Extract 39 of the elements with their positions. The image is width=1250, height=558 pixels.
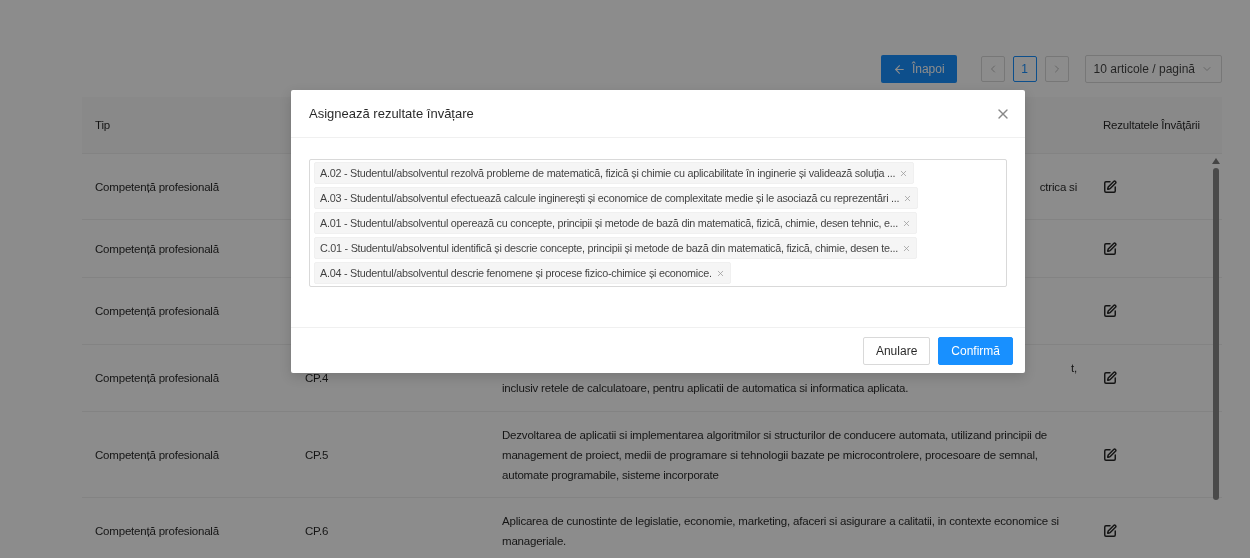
dialog-title: Asignează rezultate învățare xyxy=(309,106,474,121)
arrow-left-icon xyxy=(892,62,906,76)
selected-tag: A.04 - Studentul/absolventul descrie fenomene și procese fizico-chimice și economice. xyxy=(314,262,731,284)
scroll-up-arrow-icon[interactable] xyxy=(1212,158,1220,164)
selected-tag: A.03 - Studentul/absolventul efectuează calcule inginerești și economice de complexitate medie și le asociază cu reprezentări ... xyxy=(314,187,919,209)
edit-icon[interactable] xyxy=(1103,241,1117,256)
table-cell-text: Aplicarea de cunostinte de legislatie, economie, marketing, afaceri si asigurare a calitatii, in contexte economice si manageriale. xyxy=(502,514,1060,549)
table-cell-text: ctrica si xyxy=(1038,179,1077,195)
back-button[interactable]: Înapoi xyxy=(880,55,957,83)
close-icon[interactable] xyxy=(901,243,911,253)
selected-tag: C.01 - Studentul/absolventul identifică și descrie concepte, principii și metode de bază din matematică, fizică, chimie, desen te... xyxy=(314,237,917,259)
table-cell-text: t, xyxy=(1070,361,1077,376)
table-cell-text: Dezvoltarea de aplicatii si implementarea algoritmilor si structurilor de conducere automata, utilizand principii de management de proiect, medii de programare si tehnologii bazate pe microcontrolere, procesoare de semnal, automate programabile, sisteme incorporate xyxy=(502,427,1049,483)
confirm-button[interactable]: Confirmă xyxy=(938,336,1013,365)
table-cell: Competență profesională xyxy=(95,305,219,317)
cancel-button[interactable]: Anulare xyxy=(862,336,931,365)
table-cell: Competență profesională xyxy=(95,525,219,537)
table-cell: CP.4 xyxy=(305,372,329,384)
table-cell: Competență profesională xyxy=(95,180,219,193)
edit-icon[interactable] xyxy=(1103,371,1117,385)
close-icon[interactable] xyxy=(715,268,725,278)
table-cell: Competență profesională xyxy=(95,372,219,384)
multi-select-field[interactable] xyxy=(309,159,1007,287)
table-cell-text: inclusiv retele de calculatoare, pentru aplicatii de automatica si informatica aplicata. xyxy=(502,381,910,396)
table-cell: Competență profesională xyxy=(95,242,219,255)
close-icon[interactable] xyxy=(902,218,912,228)
table-cell: CP.5 xyxy=(305,448,329,461)
table-cell: CP.6 xyxy=(305,525,329,537)
edit-icon[interactable] xyxy=(1103,304,1117,318)
page-size-select[interactable]: 10 articole / pagină xyxy=(1084,55,1222,83)
close-icon[interactable] xyxy=(903,193,913,203)
selected-tag: A.01 - Studentul/absolventul operează cu concepte, principii și metode de bază din matematică, fizică, chimie, desen tehnic, e... xyxy=(314,212,918,234)
close-icon[interactable] xyxy=(899,168,909,178)
edit-icon[interactable] xyxy=(1103,447,1117,462)
page-button[interactable]: 1 xyxy=(1012,56,1037,82)
selected-tag: A.02 - Studentul/absolventul rezolvă probleme de matematică, fizică și chimie cu aplicabilitate în inginerie și validează soluția ... xyxy=(314,162,915,184)
edit-icon[interactable] xyxy=(1103,179,1117,194)
edit-icon[interactable] xyxy=(1103,524,1117,538)
table-cell: Competență profesională xyxy=(95,448,219,461)
